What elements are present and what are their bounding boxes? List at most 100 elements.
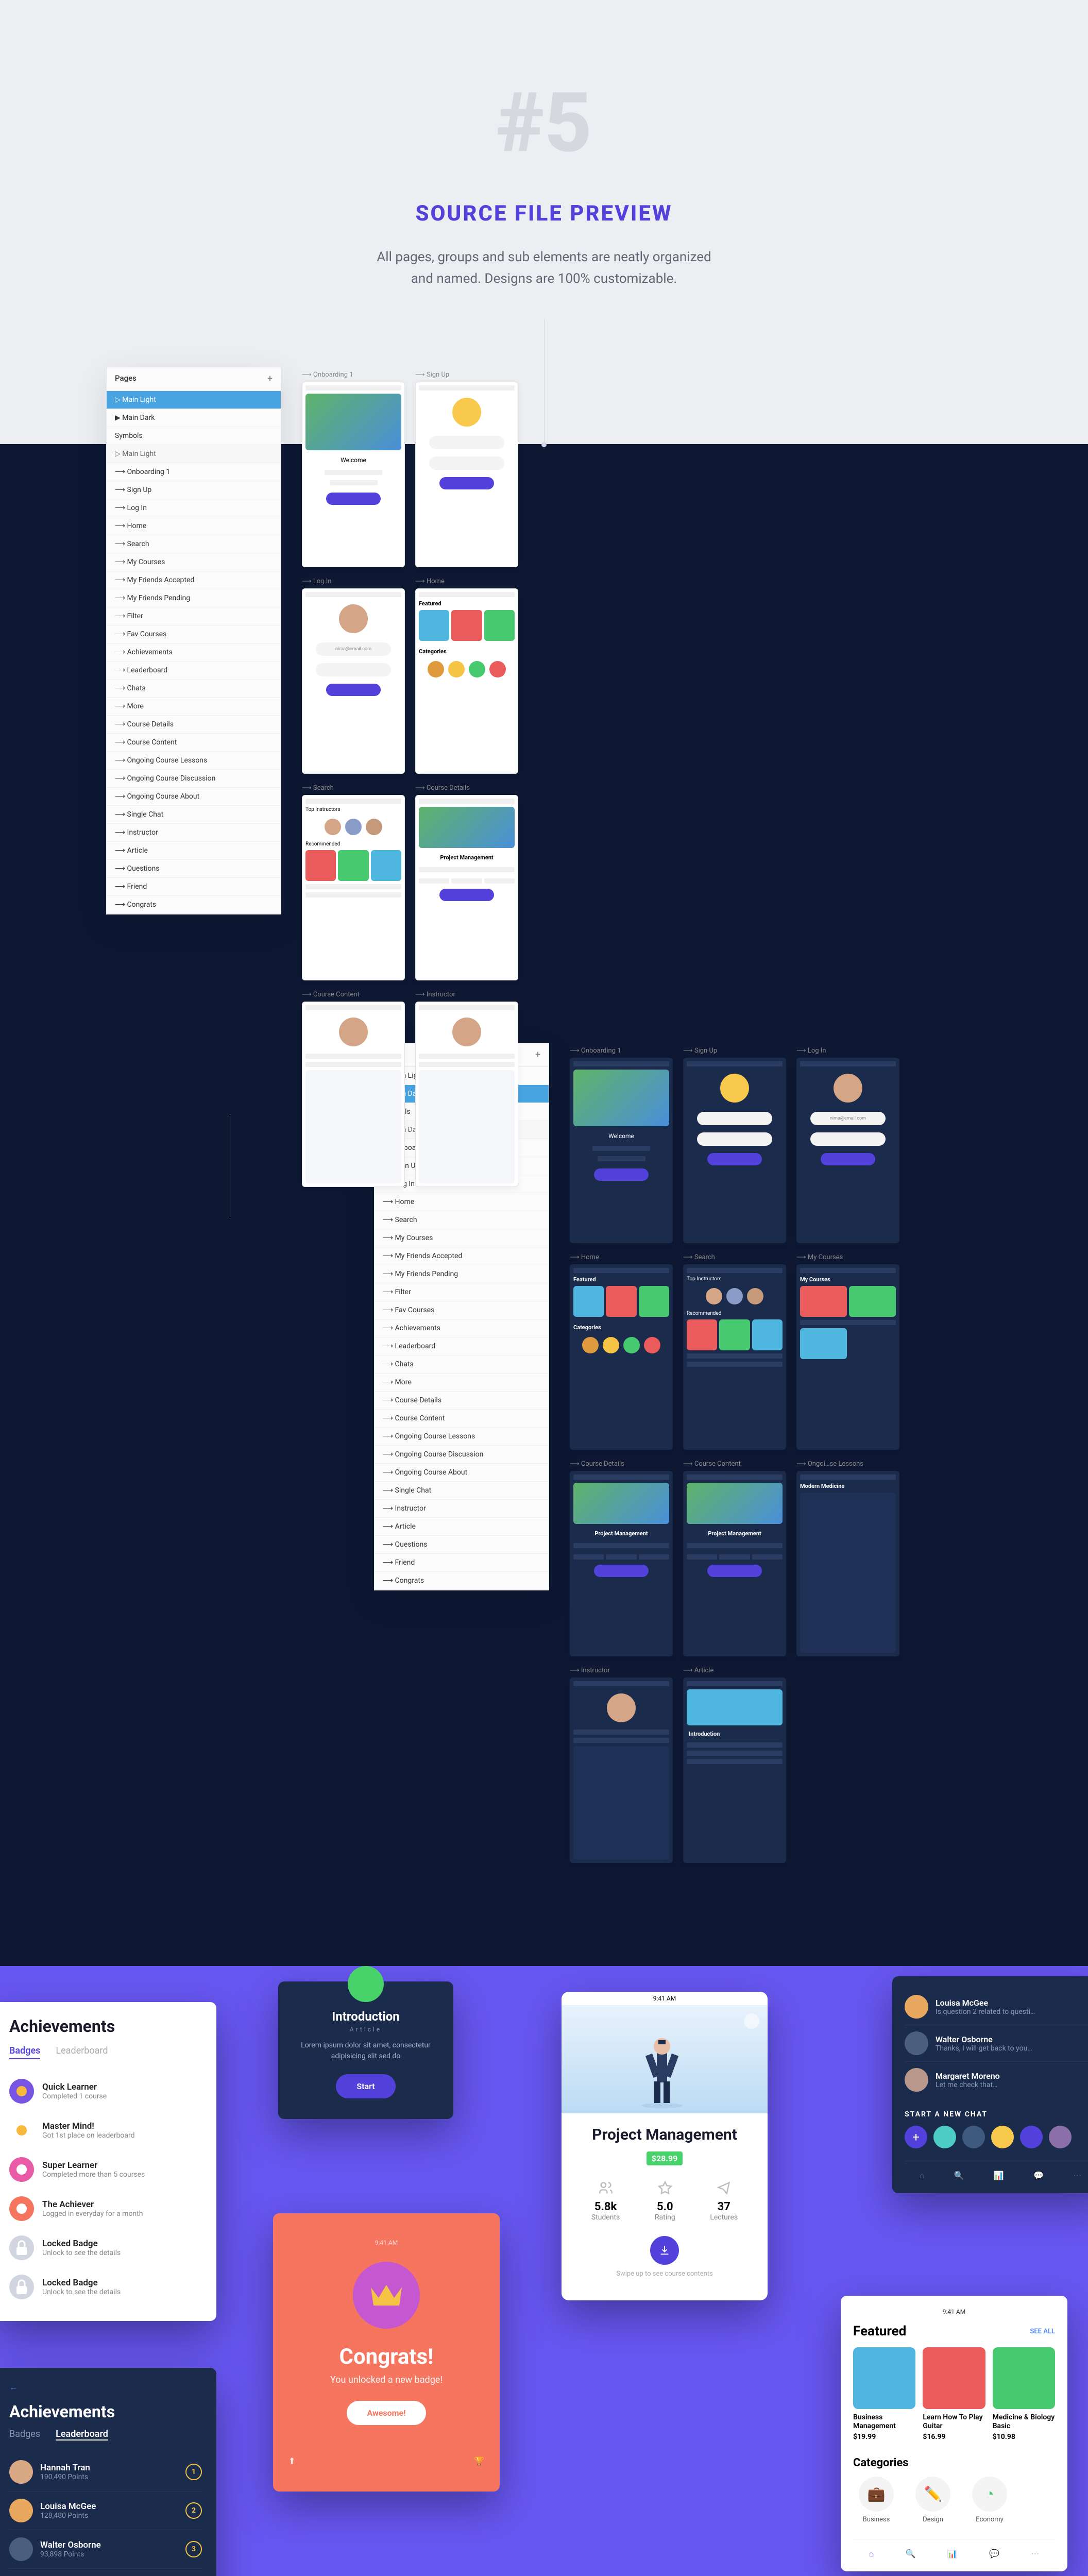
badge-row[interactable]: Locked BadgeUnlock to see the details <box>9 2228 202 2267</box>
tab-badges[interactable]: Badges <box>9 2045 40 2059</box>
artboard-preview[interactable]: Introduction <box>683 1677 786 1863</box>
page-item[interactable]: ⟶ More <box>107 698 281 716</box>
page-item[interactable]: ⟶ Article <box>375 1518 549 1536</box>
artboard-preview[interactable]: nima@email.com <box>302 588 405 774</box>
tab-chat-icon[interactable]: 💬 <box>1033 2171 1044 2181</box>
page-item[interactable]: ⟶ Ongoing Course About <box>107 788 281 806</box>
page-item[interactable]: ⟶ Course Content <box>375 1410 549 1428</box>
leaderboard-row[interactable]: Margaret Moreno80,393 Points4 <box>9 2569 202 2576</box>
page-main-dark[interactable]: ▶ Main Dark <box>107 409 281 427</box>
page-item[interactable]: ⟶ My Friends Accepted <box>107 571 281 589</box>
page-item[interactable]: ⟶ Chats <box>375 1355 549 1374</box>
artboard-preview[interactable]: Welcome <box>302 382 405 567</box>
artboard-preview[interactable]: My Courses <box>796 1264 899 1450</box>
tab-search-icon[interactable]: 🔍 <box>906 2549 916 2559</box>
page-item[interactable]: ⟶ Course Details <box>375 1392 549 1410</box>
category-item[interactable]: ✏️Design <box>910 2477 956 2523</box>
artboard-preview[interactable] <box>570 1677 673 1863</box>
tab-chat-icon[interactable]: 💬 <box>989 2549 999 2559</box>
page-item[interactable]: ⟶ Questions <box>107 860 281 878</box>
tab-leaderboard[interactable]: Leaderboard <box>56 2045 108 2059</box>
leaderboard-row[interactable]: Hannah Tran190,490 Points1 <box>9 2453 202 2492</box>
page-item[interactable]: ⟶ My Friends Accepted <box>375 1247 549 1265</box>
back-icon[interactable]: ← <box>9 2382 18 2392</box>
tab-more-icon[interactable]: ⋯ <box>1031 2549 1039 2559</box>
page-main-light[interactable]: ▷ Main Light <box>107 391 281 409</box>
artboard-preview[interactable] <box>683 1058 786 1243</box>
page-item[interactable]: ⟶ Congrats <box>107 896 281 914</box>
page-item[interactable]: ⟶ Achievements <box>375 1319 549 1337</box>
add-icon[interactable]: + <box>267 374 273 384</box>
artboard-preview[interactable]: Project Management <box>570 1471 673 1656</box>
page-item[interactable]: ⟶ Home <box>375 1193 549 1211</box>
page-item[interactable]: ⟶ Sign Up <box>107 481 281 499</box>
artboard-preview[interactable] <box>415 382 518 567</box>
chat-row[interactable]: Margaret MorenoLet me check that… <box>905 2062 1088 2098</box>
page-symbols[interactable]: Symbols <box>107 427 281 445</box>
page-item[interactable]: ⟶ Course Content <box>107 734 281 752</box>
new-chat-button[interactable]: + <box>905 2126 927 2148</box>
leaderboard-row[interactable]: Walter Osborne93,898 Points3 <box>9 2530 202 2569</box>
start-button[interactable]: Start <box>336 2074 395 2098</box>
category-item[interactable]: 💼Business <box>853 2477 899 2523</box>
category-item[interactable]: ◔Economy <box>966 2477 1013 2523</box>
page-item[interactable]: ⟶ Single Chat <box>375 1482 549 1500</box>
featured-course[interactable]: Medicine & Biology Basic$10.98 <box>993 2347 1055 2441</box>
artboard-preview[interactable]: Project Management <box>415 795 518 980</box>
artboard-preview[interactable]: Top InstructorsRecommended <box>302 795 405 980</box>
page-item[interactable]: ⟶ Chats <box>107 680 281 698</box>
page-item[interactable]: ⟶ Onboarding 1 <box>107 463 281 481</box>
page-item[interactable]: ⟶ Leaderboard <box>107 662 281 680</box>
page-item[interactable]: ⟶ Ongoing Course Discussion <box>107 770 281 788</box>
page-item[interactable]: ⟶ Ongoing Course Discussion <box>375 1446 549 1464</box>
chat-row[interactable]: Walter OsborneThanks, I will get back to… <box>905 2025 1088 2062</box>
page-item[interactable]: ⟶ My Friends Pending <box>107 589 281 607</box>
add-icon[interactable]: + <box>535 1049 540 1060</box>
artboard-preview[interactable]: Modern Medicine <box>796 1471 899 1656</box>
featured-course[interactable]: Learn How To Play Guitar$16.99 <box>923 2347 985 2441</box>
leaderboard-row[interactable]: Louisa McGee128,480 Points2 <box>9 2492 202 2530</box>
page-item[interactable]: ⟶ Ongoing Course Lessons <box>107 752 281 770</box>
chat-avatar[interactable] <box>991 2126 1014 2148</box>
trophy-icon[interactable]: 🏆 <box>474 2456 484 2466</box>
badge-row[interactable]: Master Mind!Got 1st place on leaderboard <box>9 2111 202 2150</box>
chat-avatar[interactable] <box>1049 2126 1072 2148</box>
page-item[interactable]: ⟶ Log In <box>107 499 281 517</box>
page-item[interactable]: ⟶ Ongoing Course About <box>375 1464 549 1482</box>
page-item[interactable]: ⟶ Ongoing Course Lessons <box>375 1428 549 1446</box>
page-item[interactable]: ⟶ Fav Courses <box>107 625 281 643</box>
artboard-preview[interactable]: nima@email.com <box>796 1058 899 1243</box>
favorite-button[interactable] <box>744 2013 759 2029</box>
page-item[interactable]: ⟶ Search <box>107 535 281 553</box>
page-item[interactable]: ⟶ Filter <box>107 607 281 625</box>
badge-row[interactable]: Quick LearnerCompleted 1 course <box>9 2072 202 2111</box>
page-item[interactable]: ⟶ My Courses <box>107 553 281 571</box>
badge-row[interactable]: The AchieverLogged in everyday for a mon… <box>9 2189 202 2228</box>
page-item[interactable]: ⟶ My Friends Pending <box>375 1265 549 1283</box>
tab-home-icon[interactable]: ⌂ <box>920 2171 925 2181</box>
page-item[interactable]: ⟶ More <box>375 1374 549 1392</box>
artboard-preview[interactable]: Welcome <box>570 1058 673 1243</box>
featured-course[interactable]: Business Management$19.99 <box>853 2347 915 2441</box>
share-icon[interactable]: ⬆ <box>288 2456 295 2466</box>
page-item[interactable]: ⟶ Course Details <box>107 716 281 734</box>
artboard-preview[interactable] <box>415 1002 518 1187</box>
artboard-preview[interactable]: FeaturedCategories <box>415 588 518 774</box>
page-item[interactable]: ⟶ Single Chat <box>107 806 281 824</box>
page-section[interactable]: ▷ Main Light <box>107 445 281 463</box>
page-item[interactable]: ⟶ Leaderboard <box>375 1337 549 1355</box>
chat-row[interactable]: Louisa McGeeIs question 2 related to que… <box>905 1989 1088 2025</box>
page-item[interactable]: ⟶ Achievements <box>107 643 281 662</box>
page-item[interactable]: ⟶ Filter <box>375 1283 549 1301</box>
page-item[interactable]: ⟶ Friend <box>375 1554 549 1572</box>
chat-avatar[interactable] <box>1020 2126 1043 2148</box>
awesome-button[interactable]: Awesome! <box>347 2401 427 2425</box>
chat-avatar[interactable] <box>962 2126 985 2148</box>
page-item[interactable]: ⟶ Fav Courses <box>375 1301 549 1319</box>
artboard-preview[interactable]: Top InstructorsRecommended <box>683 1264 786 1450</box>
tab-more-icon[interactable]: ⋯ <box>1073 2171 1081 2181</box>
tab-leaderboard[interactable]: Leaderboard <box>56 2429 108 2441</box>
page-item[interactable]: ⟶ Questions <box>375 1536 549 1554</box>
badge-row[interactable]: Locked BadgeUnlock to see the details <box>9 2267 202 2307</box>
page-item[interactable]: ⟶ Friend <box>107 878 281 896</box>
